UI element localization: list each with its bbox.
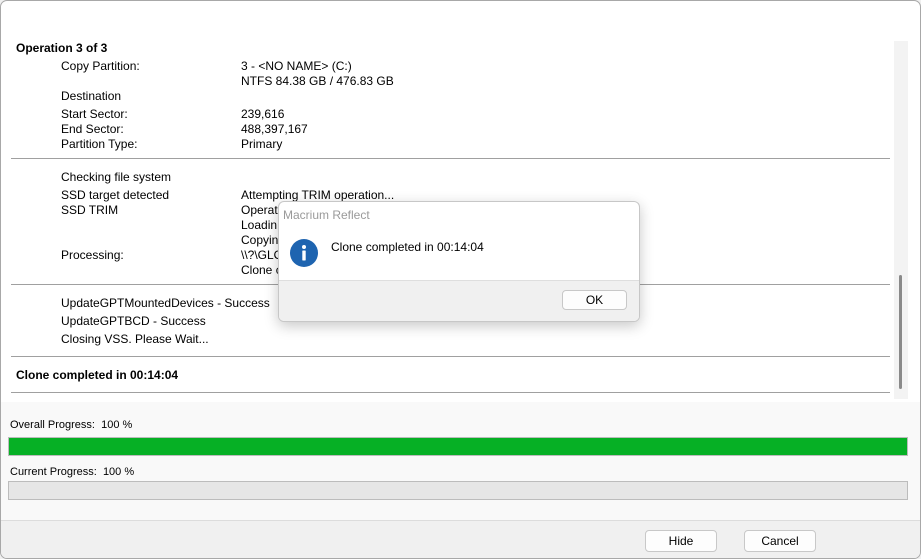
window-footer: Hide Cancel	[1, 520, 920, 558]
start-sector-label: Start Sector:	[61, 107, 128, 121]
operation-title: Operation 3 of 3	[16, 41, 108, 55]
ssd-detected-value: Attempting TRIM operation...	[241, 188, 395, 202]
processing-line: Clone c	[241, 263, 282, 277]
scrollbar-thumb[interactable]	[899, 275, 902, 389]
copy-partition-fs: NTFS 84.38 GB / 476.83 GB	[241, 74, 394, 88]
dialog-footer: OK	[279, 280, 639, 321]
end-sector-value: 488,397,167	[241, 122, 308, 136]
log-divider	[11, 356, 890, 357]
current-progress-bar	[8, 481, 908, 500]
ssd-detected-label: SSD target detected	[61, 188, 170, 202]
update-gpt-bcd: UpdateGPTBCD - Success	[61, 314, 206, 328]
ssd-trim-line: Operati	[241, 203, 281, 217]
current-progress-caption: Current Progress:	[10, 466, 97, 478]
current-progress-label: Current Progress: 100 %	[10, 466, 134, 478]
log-scrollbar[interactable]	[894, 41, 908, 399]
ssd-trim-line: Loadin	[241, 218, 278, 232]
overall-progress-caption: Overall Progress:	[10, 419, 95, 431]
clone-completed-text: Clone completed in 00:14:04	[16, 368, 179, 382]
partition-type-value: Primary	[241, 137, 283, 151]
copy-partition-label: Copy Partition:	[61, 59, 140, 73]
ssd-trim-line: Copyin	[241, 233, 279, 247]
copy-partition-value: 3 - <NO NAME> (C:)	[241, 59, 352, 73]
cancel-button[interactable]: Cancel	[744, 530, 816, 552]
info-icon	[290, 239, 318, 267]
clone-progress-window: Operation 3 of 3 Copy Partition: 3 - <NO…	[0, 0, 921, 559]
closing-vss: Closing VSS. Please Wait...	[61, 332, 209, 346]
processing-line: \\?\GLO	[241, 248, 284, 262]
hide-button[interactable]: Hide	[645, 530, 717, 552]
destination-label: Destination	[61, 89, 122, 103]
ok-button[interactable]: OK	[562, 290, 627, 310]
start-sector-value: 239,616	[241, 107, 285, 121]
message-dialog: Macrium Reflect Clone completed in 00:14…	[278, 201, 640, 322]
update-gpt-devices: UpdateGPTMountedDevices - Success	[61, 296, 270, 310]
overall-progress-value: 100 %	[101, 419, 133, 431]
processing-label: Processing:	[61, 248, 124, 262]
dialog-message: Clone completed in 00:14:04	[331, 240, 484, 254]
end-sector-label: End Sector:	[61, 122, 124, 136]
overall-progress-fill	[9, 438, 907, 455]
progress-section: Overall Progress: 100 % Current Progress…	[1, 402, 920, 520]
overall-progress-label: Overall Progress: 100 %	[10, 419, 132, 431]
log-divider	[11, 392, 890, 393]
dialog-title: Macrium Reflect	[283, 208, 370, 222]
partition-type-label: Partition Type:	[61, 137, 138, 151]
checking-file-system: Checking file system	[61, 170, 172, 184]
ssd-trim-label: SSD TRIM	[61, 203, 119, 217]
current-progress-value: 100 %	[102, 466, 135, 478]
log-divider	[11, 158, 890, 159]
overall-progress-bar	[8, 437, 908, 456]
